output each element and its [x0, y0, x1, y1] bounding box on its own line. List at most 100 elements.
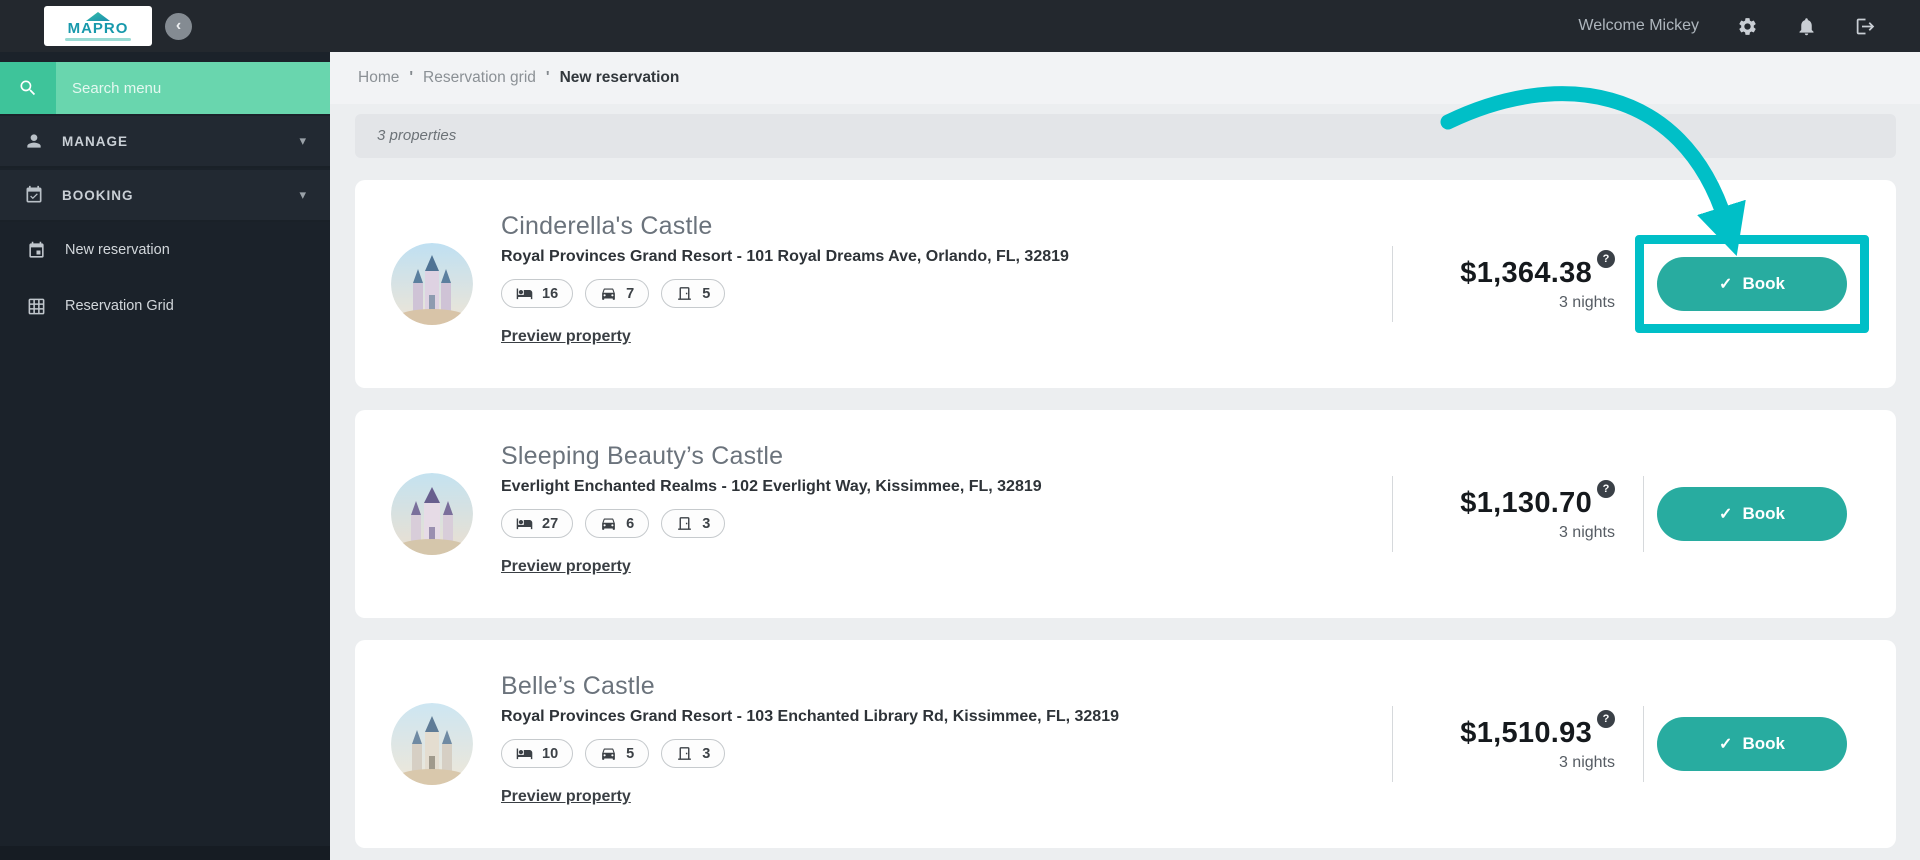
price-block: $1,364.38 ? 3 nights: [1393, 249, 1643, 312]
price-help-icon[interactable]: ?: [1597, 709, 1615, 728]
price: $1,364.38: [1460, 256, 1592, 289]
badge-bed-value: 10: [542, 745, 559, 762]
book-button[interactable]: ✓ Book: [1657, 257, 1847, 311]
property-info: Cinderella's Castle Royal Provinces Gran…: [501, 180, 1392, 388]
sidebar-collapse-button[interactable]: ‹: [165, 12, 192, 40]
door-icon: [676, 745, 693, 762]
sidebar-search: [0, 62, 330, 114]
book-button-label: Book: [1742, 734, 1785, 753]
car-icon: [600, 745, 617, 762]
welcome-text: Welcome Mickey: [1578, 17, 1699, 34]
property-info: Belle’s Castle Royal Provinces Grand Res…: [501, 640, 1392, 848]
property-image: [391, 243, 473, 325]
new-reservation-label: New reservation: [65, 242, 170, 258]
book-highlight-annotation: ✓ Book: [1635, 235, 1869, 333]
badge-door: 5: [661, 279, 726, 308]
property-address: Royal Provinces Grand Resort - 103 Encha…: [501, 708, 1119, 725]
bed-icon: [516, 745, 533, 762]
breadcrumb-home[interactable]: Home: [358, 69, 399, 87]
chevron-left-icon: ‹: [175, 17, 182, 34]
results-count-bar: 3 properties: [355, 114, 1896, 158]
badge-bed-value: 27: [542, 515, 559, 532]
logo-text: MAPRO: [67, 19, 129, 37]
badge-car: 7: [585, 279, 650, 308]
book-button-label: Book: [1742, 504, 1785, 523]
breadcrumb-reservation-grid[interactable]: Reservation grid: [423, 69, 536, 87]
door-icon: [676, 285, 693, 302]
badge-car-value: 6: [626, 515, 635, 532]
preview-property-link[interactable]: Preview property: [501, 328, 631, 346]
results-area: 3 properties Cinderella's Castle Royal P…: [330, 104, 1920, 848]
nights: 3 nights: [1558, 293, 1615, 311]
logout-icon[interactable]: [1855, 16, 1876, 37]
check-icon: ✓: [1719, 276, 1733, 293]
sidebar-item-booking[interactable]: BOOKING ▾: [0, 170, 330, 222]
property-image: [391, 473, 473, 555]
breadcrumb-separator: ': [409, 69, 414, 86]
price: $1,510.93: [1460, 716, 1592, 749]
property-badges: 27 6 3: [501, 509, 1392, 538]
badge-bed: 10: [501, 739, 574, 768]
sidebar-item-manage[interactable]: MANAGE ▾: [0, 116, 330, 168]
chevron-down-icon: ▾: [299, 187, 306, 202]
sidebar: MANAGE ▾ BOOKING ▾ New reservation Reser…: [0, 52, 330, 860]
settings-gear-icon[interactable]: [1737, 16, 1758, 37]
book-area: ✓ Book: [1644, 717, 1860, 771]
nights: 3 nights: [1558, 523, 1615, 541]
badge-car: 6: [585, 509, 650, 538]
calendar-plus-icon: [27, 241, 46, 260]
sidebar-item-reservation-grid[interactable]: Reservation Grid: [0, 278, 330, 334]
booking-label: BOOKING: [62, 187, 134, 203]
manage-label: MANAGE: [62, 133, 128, 149]
car-icon: [600, 515, 617, 532]
badge-bed: 27: [501, 509, 574, 538]
property-card: Sleeping Beauty’s Castle Everlight Encha…: [355, 410, 1896, 618]
property-badges: 16 7 5: [501, 279, 1392, 308]
property-name: Cinderella's Castle: [501, 212, 713, 240]
notifications-bell-icon[interactable]: [1796, 16, 1817, 37]
person-icon: [24, 131, 44, 151]
book-area: ✓ Book: [1644, 487, 1860, 541]
badge-door-value: 3: [702, 745, 711, 762]
logo-tagline: [65, 37, 131, 41]
book-button-label: Book: [1742, 274, 1785, 293]
mapro-logo: MAPRO: [44, 6, 152, 46]
property-address: Everlight Enchanted Realms - 102 Everlig…: [501, 478, 1042, 495]
topbar-right: Welcome Mickey: [1578, 16, 1920, 37]
property-address: Royal Provinces Grand Resort - 101 Royal…: [501, 248, 1069, 265]
main-content: Home ' Reservation grid ' New reservatio…: [330, 52, 1920, 860]
badge-bed-value: 16: [542, 285, 559, 302]
price-help-icon[interactable]: ?: [1597, 479, 1615, 498]
badge-car: 5: [585, 739, 650, 768]
property-card: Cinderella's Castle Royal Provinces Gran…: [355, 180, 1896, 388]
badge-door: 3: [661, 739, 726, 768]
grid-icon: [27, 297, 46, 316]
price: $1,130.70: [1460, 486, 1592, 519]
badge-door-value: 5: [702, 285, 711, 302]
car-icon: [600, 285, 617, 302]
badge-bed: 16: [501, 279, 574, 308]
breadcrumb-current: New reservation: [559, 69, 680, 86]
breadcrumb: Home ' Reservation grid ' New reservatio…: [330, 52, 1920, 104]
property-image: [391, 703, 473, 785]
sidebar-item-new-reservation[interactable]: New reservation: [0, 222, 330, 278]
breadcrumb-separator: ': [545, 69, 550, 86]
property-badges: 10 5 3: [501, 739, 1392, 768]
chevron-down-icon: ▾: [299, 133, 306, 148]
search-input[interactable]: [56, 62, 330, 114]
price-help-icon[interactable]: ?: [1597, 249, 1615, 268]
price-block: $1,130.70 ? 3 nights: [1393, 479, 1643, 542]
search-button[interactable]: [0, 62, 56, 114]
reservation-grid-label: Reservation Grid: [65, 298, 174, 314]
calendar-check-icon: [24, 185, 44, 205]
book-button[interactable]: ✓ Book: [1657, 487, 1847, 541]
preview-property-link[interactable]: Preview property: [501, 558, 631, 576]
nights: 3 nights: [1558, 753, 1615, 771]
property-name: Sleeping Beauty’s Castle: [501, 442, 784, 470]
book-area: ✓ Book: [1635, 235, 1869, 333]
badge-car-value: 5: [626, 745, 635, 762]
property-card: Belle’s Castle Royal Provinces Grand Res…: [355, 640, 1896, 848]
book-button[interactable]: ✓ Book: [1657, 717, 1847, 771]
sidebar-footer: [0, 846, 330, 860]
preview-property-link[interactable]: Preview property: [501, 788, 631, 806]
